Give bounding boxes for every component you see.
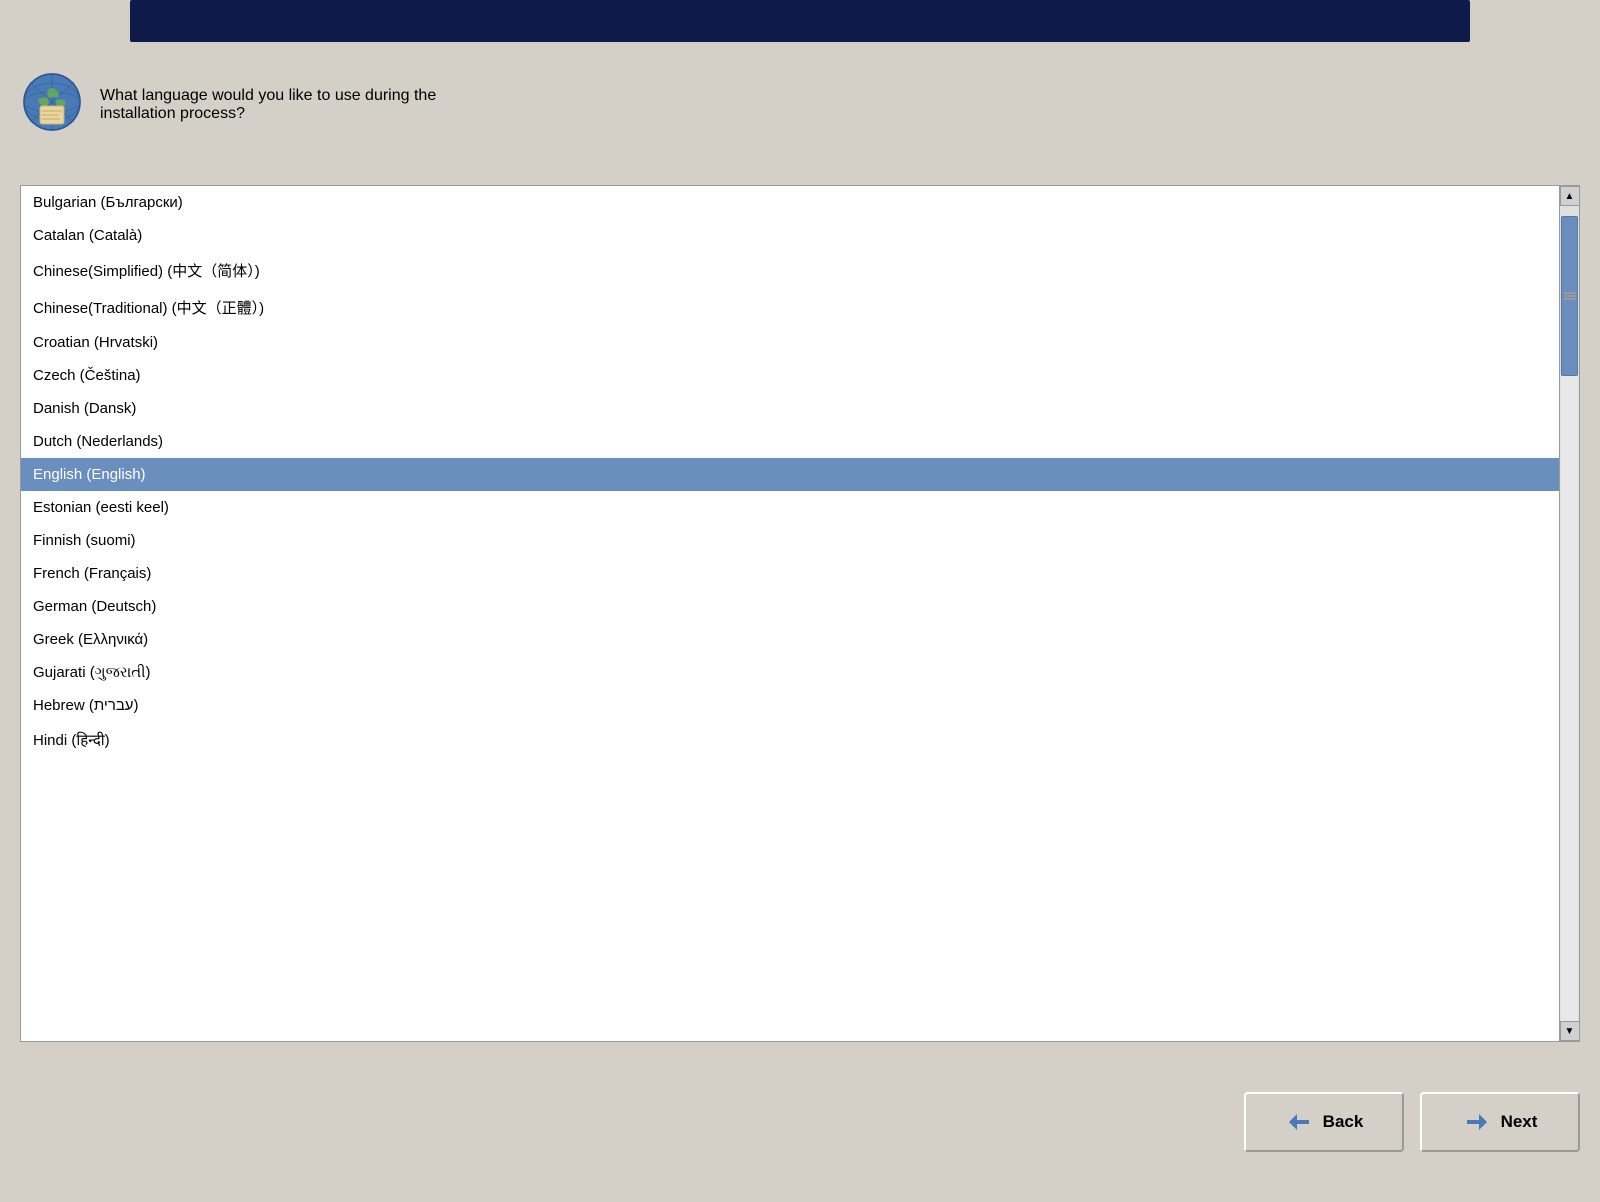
list-item[interactable]: Chinese(Simplified) (中文（简体）) [21,252,1559,289]
list-item[interactable]: Estonian (eesti keel) [21,491,1559,524]
list-item[interactable]: Bulgarian (Български) [21,186,1559,219]
list-item[interactable]: Croatian (Hrvatski) [21,326,1559,359]
back-label: Back [1323,1112,1364,1132]
list-item[interactable]: French (Français) [21,557,1559,590]
scrollbar[interactable]: ▲ ▼ [1559,186,1579,1041]
list-item[interactable]: Czech (Čeština) [21,359,1559,392]
back-button[interactable]: Back [1244,1092,1404,1152]
question-area: What language would you like to use duri… [20,70,436,139]
back-icon [1285,1108,1313,1136]
list-item[interactable]: Dutch (Nederlands) [21,425,1559,458]
next-label: Next [1501,1112,1538,1132]
list-item[interactable]: Danish (Dansk) [21,392,1559,425]
scroll-thumb-area [1560,206,1579,1021]
button-area: Back Next [1244,1092,1580,1152]
globe-icon [20,70,84,139]
scroll-thumb[interactable] [1561,216,1578,376]
list-item[interactable]: Gujarati (ગુજરાતી) [21,656,1559,689]
question-text: What language would you like to use duri… [100,87,436,123]
list-item[interactable]: Chinese(Traditional) (中文（正體）) [21,289,1559,326]
list-item[interactable]: German (Deutsch) [21,590,1559,623]
next-button[interactable]: Next [1420,1092,1580,1152]
list-item[interactable]: English (English) [21,458,1559,491]
language-list[interactable]: Bulgarian (Български)Catalan (Català)Chi… [21,186,1559,1041]
list-item[interactable]: Catalan (Català) [21,219,1559,252]
language-list-container: Bulgarian (Български)Catalan (Català)Chi… [20,185,1580,1042]
scroll-up-button[interactable]: ▲ [1560,186,1580,206]
list-item[interactable]: Finnish (suomi) [21,524,1559,557]
header-bar [130,0,1470,42]
scroll-grip [1564,295,1576,297]
list-item[interactable]: Hebrew (עברית) [21,689,1559,722]
next-icon [1463,1108,1491,1136]
list-item[interactable]: Hindi (हिन्दी) [21,722,1559,758]
list-item[interactable]: Greek (Ελληνικά) [21,623,1559,656]
scroll-down-button[interactable]: ▼ [1560,1021,1580,1041]
scroll-groove [1561,376,1578,1021]
